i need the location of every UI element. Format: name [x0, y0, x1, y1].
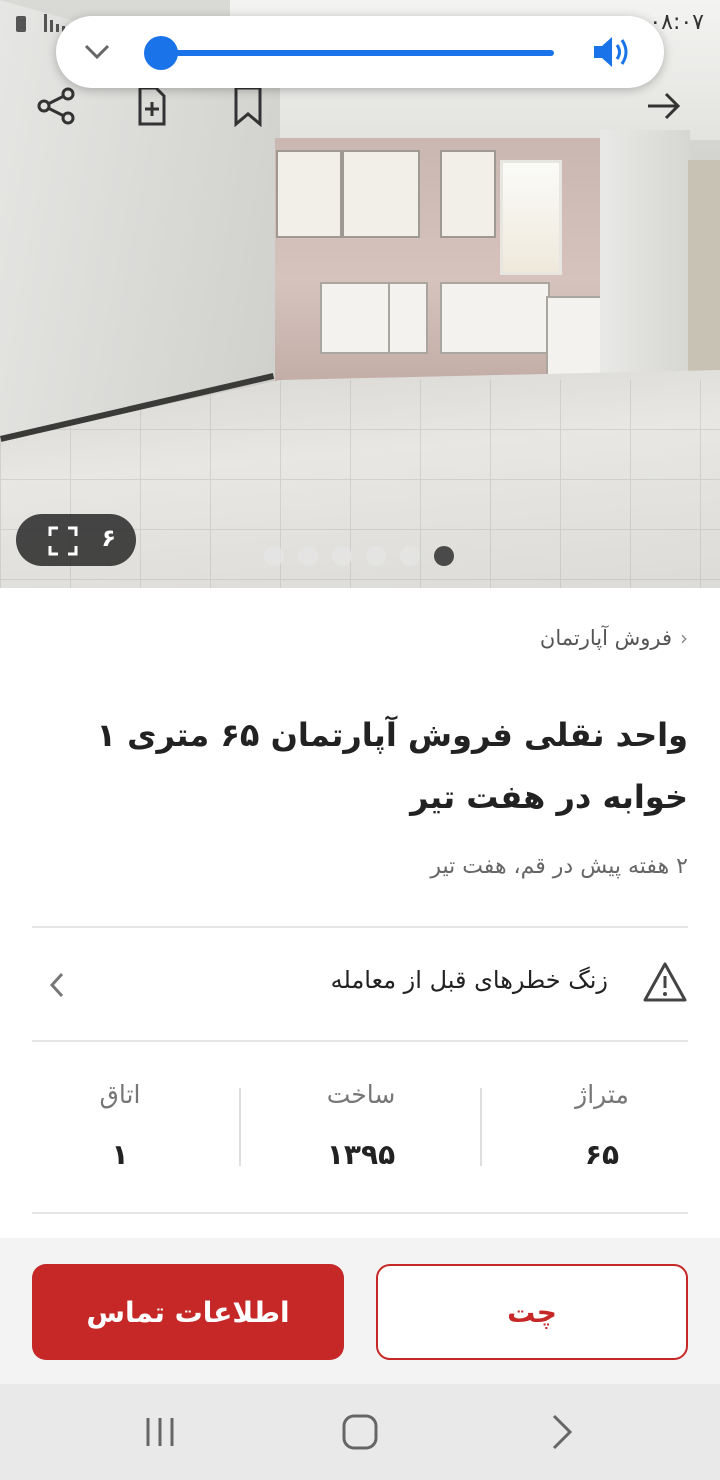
stat-year-built: ساخت ۱۳۹۵ [241, 1060, 481, 1190]
listing-meta: ۲ هفته پیش در قم، هفت تیر [430, 854, 688, 879]
divider [32, 1212, 688, 1214]
photo-cabinet [440, 150, 496, 238]
volume-slider-track[interactable] [160, 50, 554, 56]
breadcrumb-label[interactable]: فروش آپارتمان [540, 626, 672, 650]
photo-cabinet [320, 282, 390, 354]
photo-cabinet [276, 150, 342, 238]
system-nav-bar [0, 1384, 720, 1480]
stat-value: ۶۵ [584, 1138, 620, 1171]
chat-button[interactable]: چت [376, 1264, 688, 1360]
pagination-dot[interactable] [298, 546, 318, 566]
stat-rooms: اتاق ۱ [0, 1060, 240, 1190]
speaker-icon[interactable] [592, 34, 634, 70]
photo-cabinet [388, 282, 428, 354]
volume-popup [56, 16, 664, 88]
warning-icon [643, 962, 687, 1002]
pagination-dot[interactable] [332, 546, 352, 566]
photo-toolbar [0, 84, 720, 130]
breadcrumb[interactable]: ‹ فروش آپارتمان [540, 626, 688, 650]
stat-label: اتاق [99, 1080, 141, 1109]
stat-area: متراژ ۶۵ [482, 1060, 720, 1190]
gallery-pagination [264, 546, 464, 566]
volume-slider-thumb[interactable] [144, 36, 178, 70]
warning-text: زنگ خطرهای قبل از معامله [330, 966, 608, 994]
action-bar: اطلاعات تماس چت [0, 1238, 720, 1384]
bookmark-icon[interactable] [226, 84, 270, 128]
photo-window [500, 160, 562, 275]
chevron-left-icon [49, 972, 64, 998]
listing-stats: متراژ ۶۵ ساخت ۱۳۹۵ اتاق ۱ [0, 1060, 720, 1190]
warning-row[interactable]: زنگ خطرهای قبل از معامله [32, 928, 688, 1040]
image-counter[interactable]: ۶ [16, 514, 136, 566]
image-count: ۶ [101, 524, 116, 552]
fullscreen-icon [48, 526, 78, 556]
pagination-dot[interactable] [400, 546, 420, 566]
photo-cabinet [440, 282, 550, 354]
listing-title: واحد نقلی فروش آپارتمان ۶۵ متری ۱ خوابه … [96, 716, 688, 816]
photo-cabinet [342, 150, 420, 238]
stat-value: ۱۳۹۵ [326, 1138, 396, 1171]
home-icon[interactable] [340, 1412, 380, 1452]
pagination-dot[interactable] [366, 546, 386, 566]
back-icon[interactable] [542, 1412, 582, 1452]
stat-value: ۱ [111, 1138, 129, 1171]
contact-info-button[interactable]: اطلاعات تماس [32, 1264, 344, 1360]
recent-apps-icon[interactable] [140, 1412, 180, 1452]
stat-label: ساخت [326, 1080, 396, 1109]
add-note-icon[interactable] [130, 84, 174, 128]
photo-cabinet [546, 296, 606, 384]
chevron-down-icon[interactable] [82, 36, 112, 66]
divider [32, 1040, 688, 1042]
chevron-left-icon: ‹ [680, 626, 688, 650]
pagination-dot[interactable] [264, 546, 284, 566]
stat-label: متراژ [575, 1080, 629, 1109]
back-arrow-icon[interactable] [642, 84, 686, 128]
share-icon[interactable] [34, 84, 78, 128]
pagination-dot-active[interactable] [434, 546, 454, 566]
